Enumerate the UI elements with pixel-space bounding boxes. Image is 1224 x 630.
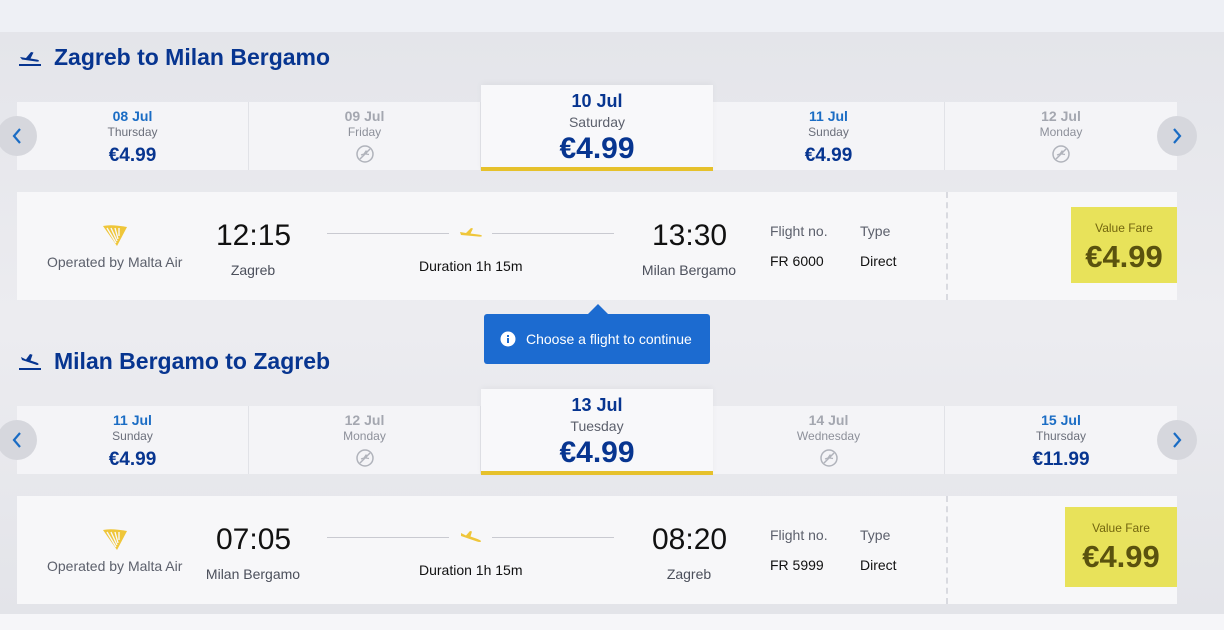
weekday-label: Sunday	[112, 429, 153, 443]
arrival-time: 13:30	[652, 219, 728, 252]
inbound-date-15-jul[interactable]: 15 Jul Thursday €11.99	[945, 406, 1177, 474]
flight-type: Direct	[860, 253, 897, 269]
outbound-next-dates-button[interactable]	[1157, 116, 1197, 156]
date-label: 11 Jul	[113, 412, 152, 428]
tooltip-text: Choose a flight to continue	[526, 331, 692, 347]
date-label: 12 Jul	[344, 412, 385, 428]
type-label: Type	[860, 527, 891, 543]
ticket-divider	[946, 192, 948, 300]
outbound-date-08-jul[interactable]: 08 Jul Thursday €4.99	[17, 102, 249, 170]
date-label: 15 Jul	[1041, 412, 1081, 428]
inbound-next-dates-button[interactable]	[1157, 420, 1197, 460]
outbound-value-fare-button[interactable]: Value Fare €4.99	[1071, 207, 1177, 283]
outbound-header: Zagreb to Milan Bergamo	[18, 42, 330, 72]
outbound-date-10-jul-selected[interactable]: 10 Jul Saturday €4.99	[481, 85, 713, 171]
outbound-date-12-jul: 12 Jul Monday	[945, 102, 1177, 170]
departure-time: 12:15	[216, 219, 292, 252]
route-line	[327, 537, 449, 538]
outbound-date-09-jul: 09 Jul Friday	[249, 102, 481, 170]
operated-by-label: Operated by Malta Air	[47, 254, 183, 270]
flight-type: Direct	[860, 557, 897, 573]
route-line	[492, 537, 614, 538]
chevron-right-icon	[1173, 432, 1182, 448]
weekday-label: Monday	[1039, 125, 1083, 139]
flight-no-label: Flight no.	[770, 527, 828, 543]
outbound-flight-card[interactable]: Operated by Malta Air 12:15 Zagreb Durat…	[17, 192, 1177, 300]
departure-time: 07:05	[216, 523, 292, 556]
date-price: €11.99	[1032, 449, 1090, 470]
inbound-date-14-jul: 14 Jul Wednesday	[713, 406, 945, 474]
outbound-date-carousel: 08 Jul Thursday €4.99 09 Jul Friday 10 J…	[0, 85, 1197, 171]
weekday-label: Friday	[347, 125, 382, 139]
plane-right-icon	[460, 228, 482, 237]
chevron-right-icon	[1173, 128, 1182, 144]
flight-no-label: Flight no.	[770, 223, 828, 239]
weekday-label: Thursday	[107, 125, 158, 139]
route-line	[327, 233, 449, 234]
plane-arrival-icon	[19, 354, 41, 370]
inbound-header: Milan Bergamo to Zagreb	[18, 346, 330, 376]
outbound-date-11-jul[interactable]: 11 Jul Sunday €4.99	[713, 102, 945, 170]
no-flights-icon	[355, 145, 374, 163]
inbound-date-12-jul: 12 Jul Monday	[249, 406, 481, 474]
date-price: €4.99	[108, 145, 157, 166]
no-flights-icon	[355, 449, 374, 467]
date-label: 08 Jul	[112, 108, 153, 124]
airline-harp-logo-icon	[103, 225, 127, 246]
flight-duration: Duration 1h 15m	[419, 258, 523, 274]
route-line	[492, 233, 614, 234]
inbound-date-13-jul-selected[interactable]: 13 Jul Tuesday €4.99	[481, 389, 713, 475]
fare-label: Value Fare	[1095, 221, 1153, 235]
operated-by-label: Operated by Malta Air	[47, 558, 183, 574]
choose-flight-tooltip: Choose a flight to continue	[484, 304, 710, 364]
flight-number: FR 5999	[770, 557, 824, 573]
type-label: Type	[860, 223, 891, 239]
date-label: 13 Jul	[571, 395, 623, 415]
departure-city: Zagreb	[230, 262, 276, 278]
fare-label: Value Fare	[1092, 521, 1150, 535]
date-label: 11 Jul	[809, 108, 848, 124]
no-flights-icon	[1052, 145, 1070, 163]
date-label: 14 Jul	[808, 412, 849, 428]
date-price: €4.99	[108, 449, 157, 470]
date-label: 10 Jul	[571, 91, 623, 111]
outbound-title: Zagreb to Milan Bergamo	[54, 43, 331, 70]
info-icon	[500, 331, 516, 347]
fare-price: €4.99	[1085, 239, 1163, 274]
arrival-city: Zagreb	[666, 566, 712, 582]
arrival-city: Milan Bergamo	[641, 262, 737, 278]
airline-harp-logo-icon	[103, 529, 127, 550]
inbound-date-11-jul[interactable]: 11 Jul Sunday €4.99	[17, 406, 249, 474]
bottom-strip	[0, 614, 1224, 630]
inbound-flight-card[interactable]: Operated by Malta Air 07:05 Milan Bergam…	[17, 496, 1177, 604]
weekday-label: Saturday	[568, 114, 626, 130]
date-price: €4.99	[559, 132, 635, 165]
flight-number: FR 6000	[770, 253, 824, 269]
date-price: €4.99	[804, 145, 853, 166]
date-label: 09 Jul	[344, 108, 385, 124]
inbound-value-fare-button[interactable]: Value Fare €4.99	[1065, 507, 1177, 587]
arrival-time: 08:20	[652, 523, 728, 556]
date-price: €4.99	[559, 436, 635, 469]
weekday-label: Wednesday	[796, 429, 861, 443]
fare-price: €4.99	[1082, 539, 1160, 574]
inbound-date-carousel: 11 Jul Sunday €4.99 12 Jul Monday 13 Jul…	[0, 389, 1197, 475]
top-strip	[0, 0, 1224, 32]
plane-landing-icon	[461, 531, 482, 542]
weekday-label: Tuesday	[570, 418, 624, 434]
date-label: 12 Jul	[1041, 108, 1081, 124]
departure-city: Milan Bergamo	[205, 566, 301, 582]
weekday-label: Thursday	[1035, 429, 1087, 443]
inbound-title: Milan Bergamo to Zagreb	[54, 347, 331, 374]
weekday-label: Monday	[343, 429, 386, 443]
plane-departure-icon	[19, 52, 41, 66]
weekday-label: Sunday	[808, 125, 849, 139]
no-flights-icon	[819, 449, 838, 467]
flight-duration: Duration 1h 15m	[419, 562, 523, 578]
ticket-divider	[946, 496, 948, 604]
